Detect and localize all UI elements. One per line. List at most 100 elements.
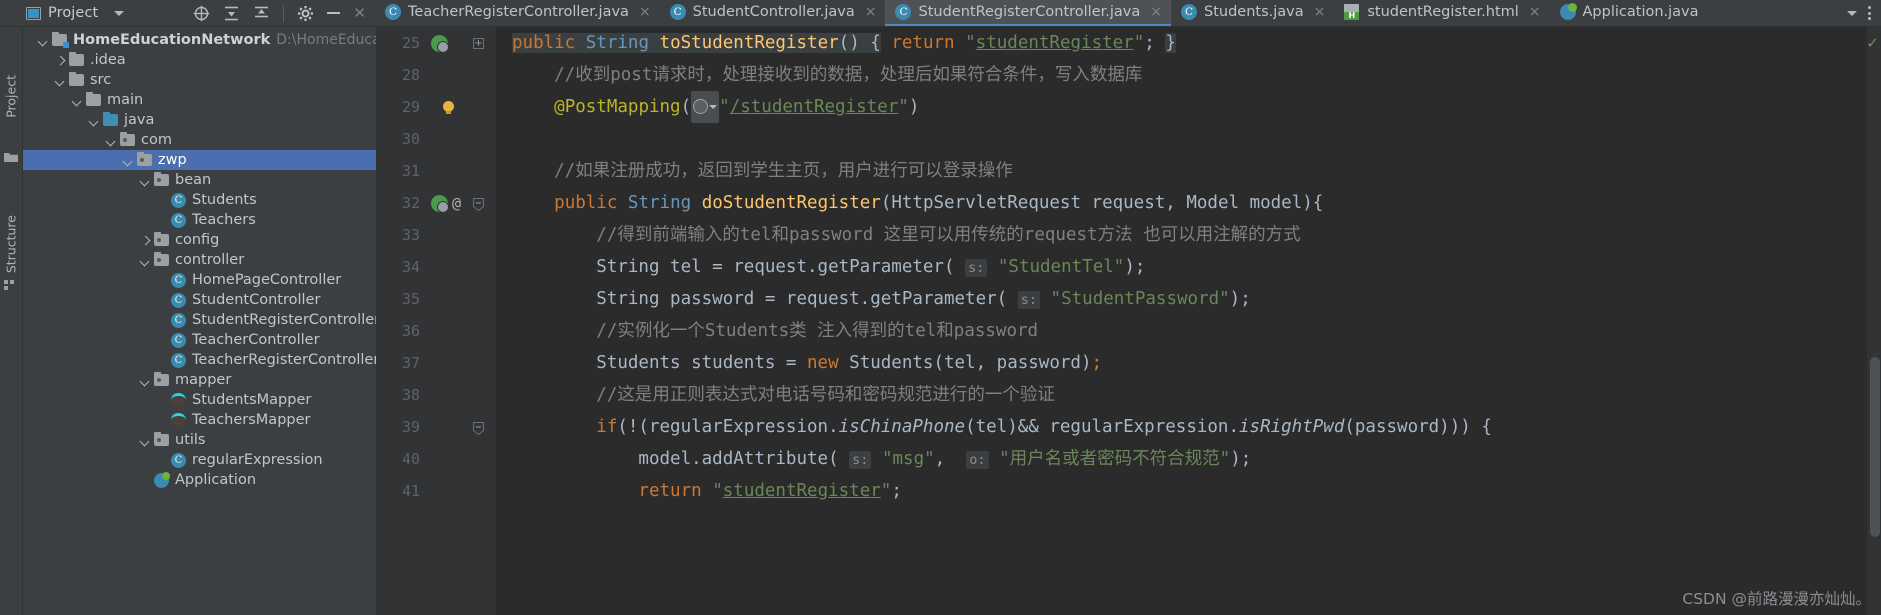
tree-toggle-icon[interactable] <box>54 74 67 87</box>
tree-node--idea[interactable]: .idea <box>23 50 376 70</box>
run-method-icon[interactable] <box>431 194 449 213</box>
gutter-row-29[interactable]: 29 <box>376 91 496 123</box>
tab-close-icon[interactable]: × <box>1529 4 1541 20</box>
gutter-icons <box>431 34 449 53</box>
tree-toggle-icon[interactable] <box>139 374 152 387</box>
tree-node-homeeducationnetwork[interactable]: HomeEducationNetwork D:\HomeEducationNetw… <box>23 30 376 50</box>
minimize-icon[interactable] <box>327 12 341 14</box>
package-icon <box>154 371 169 386</box>
code-line-34: String tel = request.getParameter( s: "S… <box>512 257 1146 277</box>
tree-toggle-icon[interactable] <box>54 54 67 67</box>
gutter-row-31[interactable]: 31 <box>376 155 496 187</box>
tree-node-controller[interactable]: controller <box>23 250 376 270</box>
gutter-row-34[interactable]: 34 <box>376 251 496 283</box>
settings-gear-icon[interactable] <box>297 5 314 22</box>
collapse-all-icon[interactable] <box>253 5 270 22</box>
run-method-icon[interactable] <box>431 34 449 53</box>
tree-node-teachers[interactable]: C Teachers <box>23 210 376 230</box>
folder-icon <box>69 71 84 86</box>
tree-node-main[interactable]: main <box>23 90 376 110</box>
gutter-row-36[interactable]: 36 <box>376 315 496 347</box>
tree-toggle-icon[interactable] <box>122 154 135 167</box>
editor-right-marker-bar[interactable]: ✓ <box>1866 27 1881 615</box>
gutter-row-37[interactable]: 37 <box>376 347 496 379</box>
tree-node-mapper[interactable]: mapper <box>23 370 376 390</box>
tree-node-teachersmapper[interactable]: TeachersMapper <box>23 410 376 430</box>
locate-icon[interactable] <box>193 5 210 22</box>
tree-node-com[interactable]: com <box>23 130 376 150</box>
tab-label: StudentController.java <box>692 4 855 20</box>
more-options-icon[interactable] <box>1868 6 1871 20</box>
tree-node-studentsmapper[interactable]: StudentsMapper <box>23 390 376 410</box>
editor-tab-students[interactable]: C Students.java × <box>1171 0 1334 26</box>
expand-all-icon[interactable] <box>223 5 240 22</box>
tree-toggle-icon[interactable] <box>88 114 101 127</box>
stripe-button-project[interactable]: Project <box>4 75 19 118</box>
project-tool-window-title[interactable]: Project <box>26 5 125 21</box>
tree-toggle-icon[interactable] <box>37 34 50 47</box>
editor-scrollbar-thumb[interactable] <box>1870 357 1880 537</box>
gutter-row-41[interactable]: 41 <box>376 475 496 507</box>
code-line-28: //收到post请求时，处理接收到的数据，处理后如果符合条件，写入数据库 <box>512 65 1143 85</box>
tree-node-teacherregistercontroller[interactable]: C TeacherRegisterController <box>23 350 376 370</box>
tree-node-studentregistercontroller[interactable]: C StudentRegisterController <box>23 310 376 330</box>
chevron-down-icon[interactable] <box>1847 10 1857 16</box>
editor-gutter[interactable]: 25 +28 29 30 31 32 @33 34 35 36 37 38 39 40 41 <box>376 27 496 615</box>
close-icon[interactable]: ✕ <box>353 5 366 21</box>
gutter-row-25[interactable]: 25 + <box>376 27 496 59</box>
project-tree[interactable]: HomeEducationNetwork D:\HomeEducationNetw… <box>23 27 376 615</box>
editor-tab-studentregistercontroller[interactable]: C StudentRegisterController.java × <box>885 0 1171 26</box>
tree-node-studentcontroller[interactable]: C StudentController <box>23 290 376 310</box>
annotation-marker-icon[interactable]: @ <box>452 194 461 212</box>
tree-toggle-icon[interactable] <box>71 94 84 107</box>
editor-tab-teacherregistercontroller[interactable]: C TeacherRegisterController.java × <box>375 0 660 26</box>
tree-node-teachercontroller[interactable]: C TeacherController <box>23 330 376 350</box>
tree-node-config[interactable]: config <box>23 230 376 250</box>
tree-toggle-icon[interactable] <box>105 134 118 147</box>
tree-node-src[interactable]: src <box>23 70 376 90</box>
editor-tab-studentregister-html[interactable]: studentRegister.html × <box>1334 0 1549 26</box>
tree-toggle-icon[interactable] <box>139 174 152 187</box>
gutter-row-35[interactable]: 35 <box>376 283 496 315</box>
tab-close-icon[interactable]: × <box>1150 4 1162 20</box>
folder-icon <box>69 51 84 66</box>
gutter-row-40[interactable]: 40 <box>376 443 496 475</box>
main-body: Project Structure HomeEducationNetwork D:… <box>0 27 1881 615</box>
gutter-row-38[interactable]: 38 <box>376 379 496 411</box>
tree-node-application[interactable]: Application <box>23 470 376 490</box>
tree-toggle-icon[interactable] <box>139 234 152 247</box>
tree-node-zwp[interactable]: zwp <box>23 150 376 170</box>
tree-node-label: java <box>124 112 155 128</box>
gutter-row-33[interactable]: 33 <box>376 219 496 251</box>
tree-toggle-icon[interactable] <box>139 254 152 267</box>
gutter-row-30[interactable]: 30 <box>376 123 496 155</box>
tree-node-utils[interactable]: utils <box>23 430 376 450</box>
tab-close-icon[interactable]: × <box>639 4 651 20</box>
tree-node-label: regularExpression <box>192 452 323 468</box>
code-editor[interactable]: 25 +28 29 30 31 32 @33 34 35 36 37 38 39 40 41 public … <box>376 27 1881 615</box>
gutter-row-28[interactable]: 28 <box>376 59 496 91</box>
tree-node-students[interactable]: C Students <box>23 190 376 210</box>
code-content[interactable]: public String toStudentRegister() { retu… <box>496 27 1881 615</box>
left-tool-stripe: Project Structure <box>0 27 23 615</box>
code-fold-collapse-icon[interactable] <box>473 197 484 211</box>
tab-close-icon[interactable]: × <box>1314 4 1326 20</box>
gutter-row-32[interactable]: 32 @ <box>376 187 496 219</box>
inspection-ok-icon[interactable]: ✓ <box>1866 34 1879 52</box>
tree-node-java[interactable]: java <box>23 110 376 130</box>
tree-node-label: TeacherRegisterController <box>192 352 376 368</box>
intention-bulb-icon[interactable] <box>443 100 454 114</box>
code-fold-collapse-icon[interactable] <box>473 421 484 435</box>
tree-toggle-icon[interactable] <box>139 434 152 447</box>
chevron-down-icon[interactable] <box>114 10 125 16</box>
tree-node-homepagecontroller[interactable]: C HomePageController <box>23 270 376 290</box>
tree-node-regularexpression[interactable]: CregularExpression <box>23 450 376 470</box>
tree-node-bean[interactable]: bean <box>23 170 376 190</box>
editor-tab-studentcontroller[interactable]: C StudentController.java × <box>660 0 886 26</box>
editor-tab-application[interactable]: Application.java <box>1550 0 1708 26</box>
gutter-row-39[interactable]: 39 <box>376 411 496 443</box>
code-fold-expand-icon[interactable]: + <box>473 37 484 49</box>
tab-close-icon[interactable]: × <box>865 4 877 20</box>
stripe-button-structure[interactable]: Structure <box>4 215 19 273</box>
